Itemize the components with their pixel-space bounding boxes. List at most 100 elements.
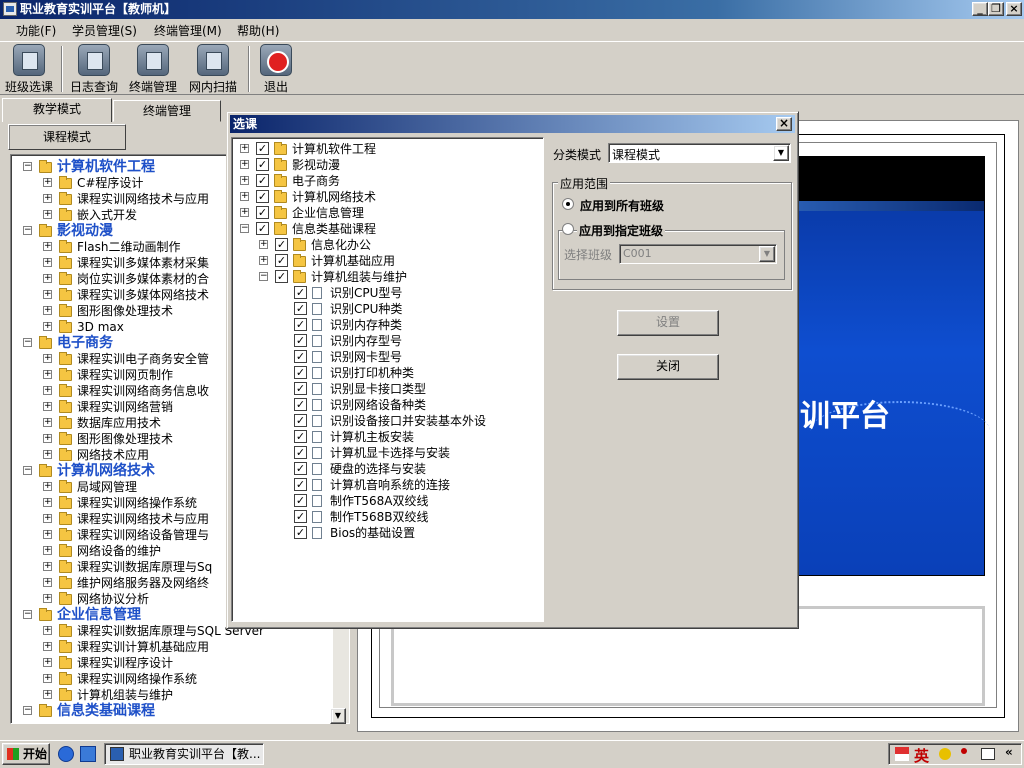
network-scan-button[interactable]: 网内扫描: [186, 44, 240, 94]
tab-terminal-manage[interactable]: 终端管理: [113, 100, 221, 122]
expander-icon[interactable]: +: [43, 354, 52, 363]
tree-item[interactable]: + 计算机组装与维护: [11, 687, 331, 703]
expander-icon[interactable]: +: [43, 674, 52, 683]
course-checkbox[interactable]: ✓: [294, 494, 307, 507]
class-course-button[interactable]: 班级选课: [3, 44, 55, 94]
scroll-down-button[interactable]: ▼: [330, 708, 346, 724]
close-window-button[interactable]: ×: [1006, 2, 1022, 16]
expander-icon[interactable]: −: [23, 338, 32, 347]
course-checkbox[interactable]: ✓: [275, 254, 288, 267]
menu-function[interactable]: 功能(F): [16, 22, 56, 39]
expander-icon[interactable]: +: [43, 498, 52, 507]
expander-icon[interactable]: +: [259, 256, 268, 265]
expander-icon[interactable]: +: [43, 546, 52, 555]
ime-lang-indicator[interactable]: 英: [914, 745, 929, 766]
tree-item[interactable]: + 课程实训网络操作系统: [11, 671, 331, 687]
dialog-tree-row[interactable]: − ✓ 信息类基础课程: [232, 221, 537, 237]
expander-icon[interactable]: +: [43, 306, 52, 315]
dialog-tree-row[interactable]: ✓ 识别打印机种类: [232, 365, 537, 381]
expander-icon[interactable]: +: [43, 482, 52, 491]
course-mode-button[interactable]: 课程模式: [8, 124, 126, 150]
course-checkbox[interactable]: ✓: [294, 446, 307, 459]
course-checkbox[interactable]: ✓: [294, 526, 307, 539]
course-checkbox[interactable]: ✓: [294, 510, 307, 523]
course-checkbox[interactable]: ✓: [256, 142, 269, 155]
tray-chevron-icon[interactable]: «: [1005, 745, 1013, 759]
expander-icon[interactable]: +: [43, 386, 52, 395]
course-checkbox[interactable]: ✓: [256, 222, 269, 235]
dialog-tree-row[interactable]: ✓ Bios的基础设置: [232, 525, 537, 541]
ie-icon[interactable]: [58, 746, 74, 762]
course-checkbox[interactable]: ✓: [294, 302, 307, 315]
dialog-tree-row[interactable]: + ✓ 计算机基础应用: [232, 253, 537, 269]
expander-icon[interactable]: +: [240, 144, 249, 153]
dialog-tree-row[interactable]: ✓ 识别网络设备种类: [232, 397, 537, 413]
dialog-tree-row[interactable]: ✓ 识别内存型号: [232, 333, 537, 349]
expander-icon[interactable]: +: [43, 290, 52, 299]
dialog-close-icon[interactable]: ×: [776, 117, 792, 131]
minimize-button[interactable]: _: [972, 2, 988, 16]
terminal-manage-button[interactable]: 终端管理: [126, 44, 180, 94]
expander-icon[interactable]: +: [43, 642, 52, 651]
exit-button[interactable]: 退出: [256, 44, 296, 94]
expander-icon[interactable]: +: [43, 210, 52, 219]
course-checkbox[interactable]: ✓: [294, 462, 307, 475]
moon-icon[interactable]: [939, 748, 951, 760]
dialog-tree-row[interactable]: + ✓ 电子商务: [232, 173, 537, 189]
expander-icon[interactable]: +: [43, 402, 52, 411]
dialog-tree-row[interactable]: ✓ 计算机音响系统的连接: [232, 477, 537, 493]
tree-category[interactable]: − 信息类基础课程: [11, 703, 331, 719]
course-checkbox[interactable]: ✓: [256, 190, 269, 203]
expander-icon[interactable]: −: [23, 162, 32, 171]
expander-icon[interactable]: +: [43, 370, 52, 379]
course-checkbox[interactable]: ✓: [256, 206, 269, 219]
dialog-tree-row[interactable]: ✓ 制作T568B双绞线: [232, 509, 537, 525]
desktop-icon[interactable]: [80, 746, 96, 762]
tab-teaching-mode[interactable]: 教学模式: [2, 98, 112, 122]
dialog-tree-row[interactable]: ✓ 计算机主板安装: [232, 429, 537, 445]
expander-icon[interactable]: +: [43, 562, 52, 571]
course-checkbox[interactable]: ✓: [294, 366, 307, 379]
expander-icon[interactable]: +: [240, 176, 249, 185]
course-checkbox[interactable]: ✓: [294, 334, 307, 347]
expander-icon[interactable]: +: [43, 418, 52, 427]
dialog-tree-row[interactable]: ✓ 识别CPU种类: [232, 301, 537, 317]
expander-icon[interactable]: −: [23, 466, 32, 475]
course-checkbox[interactable]: ✓: [294, 430, 307, 443]
menu-student[interactable]: 学员管理(S): [72, 22, 137, 39]
start-button[interactable]: 开始: [2, 743, 50, 765]
dialog-tree-row[interactable]: ✓ 识别设备接口并安装基本外设: [232, 413, 537, 429]
expander-icon[interactable]: +: [43, 434, 52, 443]
expander-icon[interactable]: +: [43, 578, 52, 587]
course-checkbox[interactable]: ✓: [256, 174, 269, 187]
menu-terminal[interactable]: 终端管理(M): [154, 22, 222, 39]
expander-icon[interactable]: +: [43, 194, 52, 203]
dialog-tree-row[interactable]: ✓ 制作T568A双绞线: [232, 493, 537, 509]
course-checkbox[interactable]: ✓: [294, 318, 307, 331]
dialog-tree-row[interactable]: + ✓ 信息化办公: [232, 237, 537, 253]
expander-icon[interactable]: −: [23, 226, 32, 235]
task-button-app[interactable]: 职业教育实训平台【教...: [104, 743, 264, 765]
set-button[interactable]: 设置: [617, 310, 719, 336]
expander-icon[interactable]: +: [43, 242, 52, 251]
menu-help[interactable]: 帮助(H): [237, 22, 279, 39]
course-checkbox[interactable]: ✓: [275, 238, 288, 251]
expander-icon[interactable]: +: [43, 258, 52, 267]
restore-button[interactable]: ❐: [988, 2, 1004, 16]
course-checkbox[interactable]: ✓: [275, 270, 288, 283]
expander-icon[interactable]: +: [43, 530, 52, 539]
chevron-down-icon[interactable]: ▼: [773, 145, 789, 161]
course-checkbox[interactable]: ✓: [256, 158, 269, 171]
course-checkbox[interactable]: ✓: [294, 286, 307, 299]
log-query-button[interactable]: 日志查询: [67, 44, 121, 94]
expander-icon[interactable]: +: [43, 594, 52, 603]
tree-item[interactable]: + 课程实训计算机基础应用: [11, 639, 331, 655]
dialog-tree-row[interactable]: + ✓ 影视动漫: [232, 157, 537, 173]
expander-icon[interactable]: +: [43, 274, 52, 283]
dialog-tree-row[interactable]: ✓ 计算机显卡选择与安装: [232, 445, 537, 461]
expander-icon[interactable]: +: [259, 240, 268, 249]
expander-icon[interactable]: +: [43, 322, 52, 331]
course-checkbox[interactable]: ✓: [294, 350, 307, 363]
expander-icon[interactable]: +: [240, 208, 249, 217]
close-button[interactable]: 关闭: [617, 354, 719, 380]
